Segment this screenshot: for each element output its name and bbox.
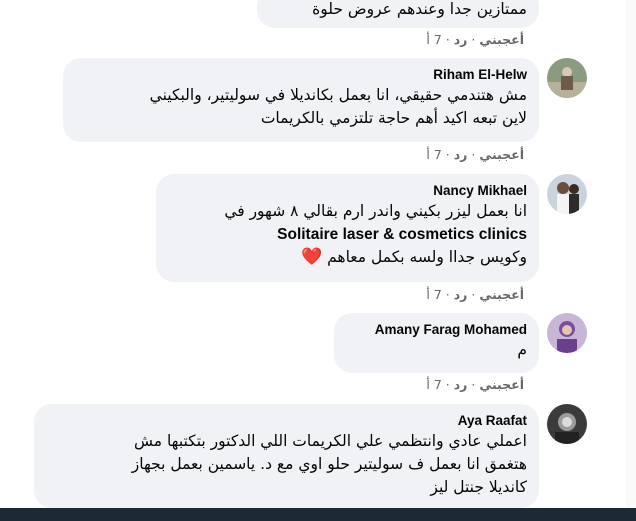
avatar[interactable] [547,313,587,353]
like-link[interactable]: أعجبني [479,377,524,392]
like-link[interactable]: أعجبني [479,32,524,47]
reply-link[interactable]: رد [454,377,468,392]
commenter-name[interactable]: Aya Raafat [46,412,527,430]
avatar[interactable] [547,404,587,444]
timestamp[interactable]: 7 أ [426,147,441,162]
comment-actions: أعجبني · رد · 7 أ [426,287,524,302]
separator: · [445,287,450,302]
comment-text: م [517,341,527,359]
comment-actions: أعجبني · رد · 7 أ [426,377,524,392]
separator: · [445,147,450,162]
comment-text: ممتازين جدا وعندهم عروض حلوة [312,0,527,18]
comment-text: اعملي عادي وانتظمي علي الكريمات اللي الد… [131,432,527,496]
timestamp[interactable]: 7 أ [426,32,441,47]
comment-actions: أعجبني · رد · 7 أ [426,32,524,47]
scrollbar-track[interactable] [626,0,636,508]
comment-bubble: ممتازين جدا وعندهم عروض حلوة [257,0,539,28]
comment-text-line: وكويس جداا ولسه بكمل معاهم [327,248,527,266]
bottom-bar [0,508,636,521]
separator: · [445,32,450,47]
heart-emoji-icon: ❤️ [300,247,323,267]
like-link[interactable]: أعجبني [479,147,524,162]
comment-actions: أعجبني · رد · 7 أ [426,147,524,162]
avatar[interactable] [547,58,587,98]
comment-text: مش هتندمي حقيقي، انا بعمل بكانديلا في سو… [149,86,527,127]
commenter-name[interactable]: Riham El-Helw [75,66,527,84]
avatar[interactable] [547,174,587,214]
comment-bubble: Amany Farag Mohamed م [334,313,539,373]
comment-text: انا بعمل ليزر بكيني واندر ارم بقالي ٨ شه… [224,202,527,267]
commenter-name[interactable]: Amany Farag Mohamed [346,321,527,339]
timestamp[interactable]: 7 أ [426,287,441,302]
commenter-name[interactable]: Nancy Mikhael [168,182,527,200]
separator: · [471,32,476,47]
like-link[interactable]: أعجبني [479,287,524,302]
separator: · [471,287,476,302]
comment-bubble: Aya Raafat اعملي عادي وانتظمي علي الكريم… [34,404,539,508]
separator: · [445,377,450,392]
reply-link[interactable]: رد [454,147,468,162]
separator: · [471,377,476,392]
separator: · [471,147,476,162]
comment-bubble: Riham El-Helw مش هتندمي حقيقي، انا بعمل … [63,58,539,142]
reply-link[interactable]: رد [454,32,468,47]
reply-link[interactable]: رد [454,287,468,302]
comment-bubble: Nancy Mikhael انا بعمل ليزر بكيني واندر … [156,174,539,282]
timestamp[interactable]: 7 أ [426,377,441,392]
